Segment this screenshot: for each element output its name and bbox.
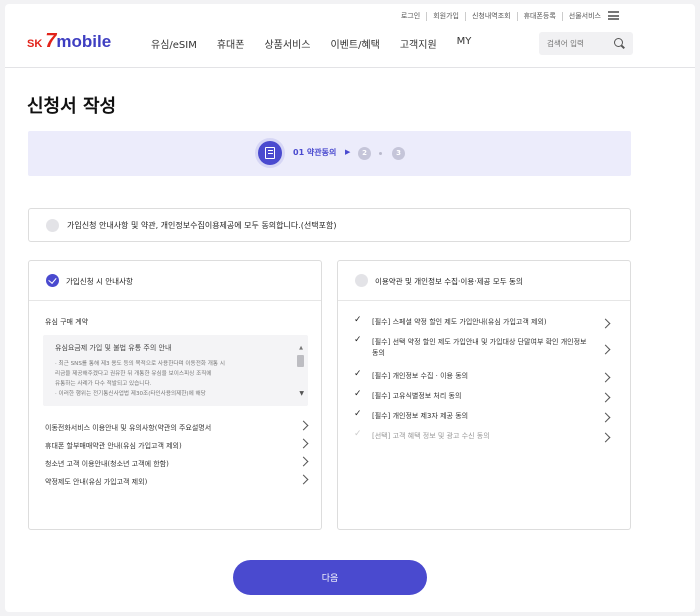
step-1-label: 01 약관동의 — [293, 148, 337, 157]
terms-item-label: [필수] 개인정보 수집 · 이용 동의 — [372, 372, 469, 380]
notice-item[interactable]: 청소년 고객 이용안내(청소년 고객에 한함) — [45, 456, 309, 469]
chevron-right-icon[interactable] — [298, 438, 309, 449]
arrow-right-icon: ▶ — [345, 148, 351, 156]
menu-icon[interactable] — [608, 11, 619, 20]
terms-item-label: [필수] 선택 약정 할인 제도 가입안내 및 가입대상 단말여부 확인 개인정… — [372, 338, 587, 357]
nav-usim[interactable]: 유심/eSIM — [151, 36, 197, 51]
notice-item-label: 휴대폰 할부매매약관 안내(유심 가입고객 제외) — [45, 442, 182, 450]
notice-line: 유통하는 사례가 다수 적발되고 있습니다. — [55, 381, 152, 387]
step-1-indicator — [258, 141, 282, 165]
chevron-right-icon[interactable] — [600, 412, 611, 423]
application-lookup-link[interactable]: 신청내역조회 — [464, 12, 517, 21]
scrollbar-thumb[interactable] — [297, 355, 304, 367]
notice-panel: 가입신청 시 안내사항 유심 구매 계약 유심요금제 가입 및 불법 유통 주의… — [28, 260, 322, 530]
terms-panel-header[interactable]: 이용약관 및 개인정보 수집·이용·제공 모두 동의 — [338, 261, 630, 301]
notice-panel-header[interactable]: 가입신청 시 안내사항 — [29, 261, 321, 301]
notice-scrollbox[interactable]: 유심요금제 가입 및 불법 유통 주의 안내 · 최근 SNS를 통해 제3 용… — [43, 335, 308, 406]
signup-link[interactable]: 회원가입 — [426, 12, 465, 21]
notice-item[interactable]: 약정제도 안내(유심 가입고객 제외) — [45, 474, 309, 487]
chevron-right-icon[interactable] — [298, 456, 309, 467]
terms-panel: 이용약관 및 개인정보 수집·이용·제공 모두 동의 ✓ [필수] 스페셜 약정… — [337, 260, 631, 530]
step-2-indicator: 2 — [358, 147, 371, 160]
notice-item-label: 청소년 고객 이용안내(청소년 고객에 한함) — [45, 460, 169, 468]
header-divider — [5, 67, 695, 68]
check-icon[interactable]: ✓ — [354, 389, 362, 399]
notice-item-label: 약정제도 안내(유심 가입고객 제외) — [45, 478, 148, 486]
login-link[interactable]: 로그인 — [395, 12, 426, 21]
check-icon[interactable]: ✓ — [354, 429, 362, 439]
notice-line: · 최근 SNS를 통해 제3 용도 등의 목적으로 사용한다며 이동전화 개통… — [55, 361, 225, 367]
check-icon[interactable]: ✓ — [354, 369, 362, 379]
nav-products[interactable]: 상품서비스 — [264, 36, 310, 51]
section-title: 유심 구매 계약 — [45, 318, 89, 326]
logo[interactable]: SK 7 mobile — [27, 30, 111, 53]
notice-panel-title: 가입신청 시 안내사항 — [66, 277, 133, 286]
nav-phone[interactable]: 휴대폰 — [217, 36, 245, 51]
page-frame: 로그인 회원가입 신청내역조회 휴대폰등록 선물서비스 SK 7 mobile … — [5, 4, 695, 612]
nav-my[interactable]: MY — [457, 36, 472, 51]
notice-line: 리금을 제공해주겠다고 권유한 뒤 개통한 유심을 보이스피싱 조직에 — [55, 371, 212, 377]
terms-item-label: [필수] 고유식별정보 처리 동의 — [372, 392, 462, 400]
notice-item[interactable]: 이동전화서비스 이용안내 및 유의사항(약관의 주요설명서 — [45, 420, 309, 433]
notice-title: 유심요금제 가입 및 불법 유통 주의 안내 — [55, 344, 172, 352]
agree-all-row[interactable]: 가입신청 안내사항 및 약관, 개인정보수집이용제공에 모두 동의합니다.(선택… — [28, 208, 631, 242]
terms-item-label: [선택] 고객 혜택 정보 및 광고 수신 동의 — [372, 432, 490, 440]
notice-item-label: 이동전화서비스 이용안내 및 유의사항(약관의 주요설명서 — [45, 424, 212, 432]
nav-events[interactable]: 이벤트/혜택 — [330, 36, 379, 51]
chevron-right-icon[interactable] — [298, 420, 309, 431]
logo-mobile: mobile — [56, 32, 112, 51]
notice-line: · 이러한 행위는 전기통신사업법 제30조(타인사용의제한)에 해당 — [55, 391, 206, 397]
main-nav: 유심/eSIM 휴대폰 상품서비스 이벤트/혜택 고객지원 MY — [151, 36, 491, 51]
step-3-indicator: 3 — [392, 147, 405, 160]
phone-register-link[interactable]: 휴대폰등록 — [516, 12, 562, 21]
notice-checkbox[interactable] — [46, 274, 59, 287]
chevron-right-icon[interactable] — [600, 344, 611, 355]
agree-all-checkbox[interactable] — [46, 219, 59, 232]
scroll-down-icon[interactable]: ▼ — [299, 390, 304, 397]
chevron-right-icon[interactable] — [298, 474, 309, 485]
gift-service-link[interactable]: 선물서비스 — [561, 12, 607, 21]
document-icon — [265, 147, 275, 159]
agree-all-label: 가입신청 안내사항 및 약관, 개인정보수집이용제공에 모두 동의합니다.(선택… — [67, 221, 337, 230]
check-icon[interactable]: ✓ — [354, 409, 362, 419]
chevron-right-icon[interactable] — [600, 432, 611, 443]
terms-panel-title: 이용약관 및 개인정보 수집·이용·제공 모두 동의 — [375, 277, 523, 286]
terms-item-label: [필수] 스페셜 약정 할인 제도 가입안내(유심 가입고객 제외) — [372, 318, 547, 326]
step-separator — [379, 152, 382, 155]
search-icon[interactable] — [614, 38, 623, 47]
stepper: 01 약관동의 ▶ 2 3 — [28, 131, 631, 176]
terms-item-label: [필수] 개인정보 제3자 제공 동의 — [372, 412, 469, 420]
notice-item[interactable]: 휴대폰 할부매매약관 안내(유심 가입고객 제외) — [45, 438, 309, 451]
scroll-up-icon[interactable]: ▲ — [299, 345, 303, 351]
check-icon[interactable]: ✓ — [354, 315, 362, 325]
logo-seven: 7 — [45, 30, 57, 52]
terms-all-checkbox[interactable] — [355, 274, 368, 287]
chevron-right-icon[interactable] — [600, 392, 611, 403]
check-icon[interactable]: ✓ — [354, 335, 362, 345]
page-title: 신청서 작성 — [27, 96, 117, 117]
nav-support[interactable]: 고객지원 — [400, 36, 437, 51]
logo-sk: SK — [27, 38, 43, 50]
chevron-right-icon[interactable] — [600, 372, 611, 383]
chevron-right-icon[interactable] — [600, 318, 611, 329]
utility-links: 로그인 회원가입 신청내역조회 휴대폰등록 선물서비스 — [395, 12, 607, 21]
next-button[interactable]: 다음 — [233, 560, 427, 595]
